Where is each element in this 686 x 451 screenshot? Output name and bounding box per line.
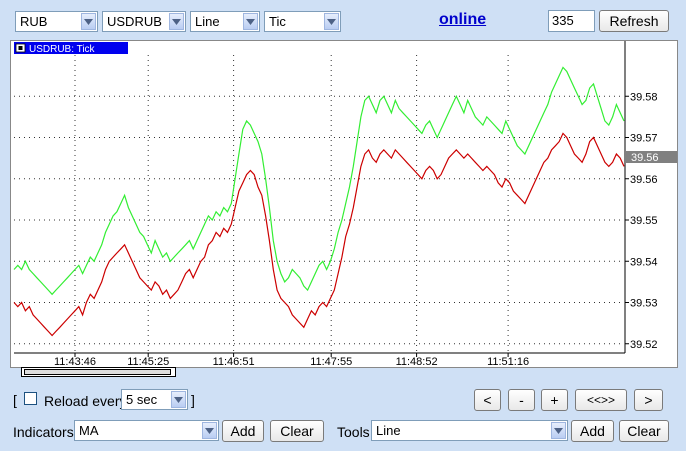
y-axis: 39.58 39.57 39.56 39.55 39.54 39.53 39.52 xyxy=(625,91,658,351)
online-link[interactable]: online xyxy=(439,11,486,29)
chevron-down-icon xyxy=(169,13,184,30)
x-axis: 11:43:46 11:45:25 11:46:51 11:47:55 11:48:52… xyxy=(54,353,529,367)
price-chart[interactable]: USDRUB: Tick 39.58 39.57 39.56 39.55 39.54 39… xyxy=(10,40,678,368)
chart-header-title: USDRUB: Tick xyxy=(29,44,96,55)
indicators-label: Indicators xyxy=(13,424,74,440)
symbol-select[interactable]: USDRUB xyxy=(102,11,186,32)
currency-select-value: RUB xyxy=(20,14,48,29)
zoom-in-button[interactable]: + xyxy=(541,389,568,411)
y-tick-label: 39.54 xyxy=(630,256,658,268)
y-tick-label: 39.58 xyxy=(630,91,658,103)
chart-style-select[interactable]: Line xyxy=(190,11,260,32)
price-chart-canvas: USDRUB: Tick 39.5839.5739.5639.5539.5439… xyxy=(13,41,677,367)
interval-select-value: Tic xyxy=(269,14,286,29)
count-input-value: 335 xyxy=(552,13,574,28)
chart-scrollbar-thumb[interactable] xyxy=(24,369,171,375)
reload-interval-value: 5 sec xyxy=(126,392,158,407)
chevron-down-icon xyxy=(324,13,339,30)
x-tick-label: 11:48:52 xyxy=(396,356,438,367)
y-tick-label: 39.56 xyxy=(630,174,658,186)
refresh-button[interactable]: Refresh xyxy=(599,10,669,32)
indicators-add-button[interactable]: Add xyxy=(222,420,264,442)
count-input[interactable]: 335 xyxy=(548,10,595,32)
reload-bracket-open: [ xyxy=(13,392,17,408)
indicators-select-value: MA xyxy=(79,423,99,438)
chevron-down-icon xyxy=(551,422,566,439)
x-tick-label: 11:47:55 xyxy=(310,356,352,367)
chart-lines xyxy=(13,66,625,337)
y-tick-label: 39.52 xyxy=(630,339,658,351)
ask-price-line xyxy=(13,66,625,296)
chart-mode-icon-mark xyxy=(18,46,23,50)
symbol-select-value: USDRUB xyxy=(107,14,162,29)
chart-style-select-value: Line xyxy=(195,14,220,29)
y-tick-label: 39.53 xyxy=(630,298,658,310)
tools-clear-button[interactable]: Clear xyxy=(619,420,669,442)
chart-scrollbar[interactable] xyxy=(21,367,176,377)
tools-select[interactable]: Line xyxy=(371,420,568,441)
chevron-down-icon xyxy=(202,422,217,439)
bid-price-line xyxy=(13,132,625,337)
chevron-down-icon xyxy=(171,391,186,408)
indicators-clear-button[interactable]: Clear xyxy=(270,420,324,442)
current-price-label: 39.56 xyxy=(631,152,659,164)
x-tick-label: 11:43:46 xyxy=(54,356,96,367)
x-tick-label: 11:45:25 xyxy=(127,356,169,367)
fit-all-button[interactable]: <<>> xyxy=(575,389,627,411)
y-tick-label: 39.55 xyxy=(630,215,658,227)
chevron-down-icon xyxy=(81,13,96,30)
reload-interval-select[interactable]: 5 sec xyxy=(121,389,188,410)
tools-add-button[interactable]: Add xyxy=(571,420,614,442)
indicators-select[interactable]: MA xyxy=(74,420,219,441)
reload-checkbox[interactable] xyxy=(24,392,37,405)
interval-select[interactable]: Tic xyxy=(264,11,341,32)
chevron-down-icon xyxy=(243,13,258,30)
tools-label: Tools xyxy=(337,424,370,440)
x-tick-label: 11:51:16 xyxy=(487,356,529,367)
tools-select-value: Line xyxy=(376,423,401,438)
reload-bracket-close: ] xyxy=(191,392,195,408)
scroll-left-button[interactable]: < xyxy=(474,389,501,411)
y-tick-label: 39.57 xyxy=(630,133,658,145)
reload-label: Reload every xyxy=(44,393,127,409)
scroll-right-button[interactable]: > xyxy=(634,389,663,411)
x-tick-label: 11:46:51 xyxy=(213,356,255,367)
zoom-out-button[interactable]: - xyxy=(508,389,535,411)
currency-select[interactable]: RUB xyxy=(15,11,98,32)
